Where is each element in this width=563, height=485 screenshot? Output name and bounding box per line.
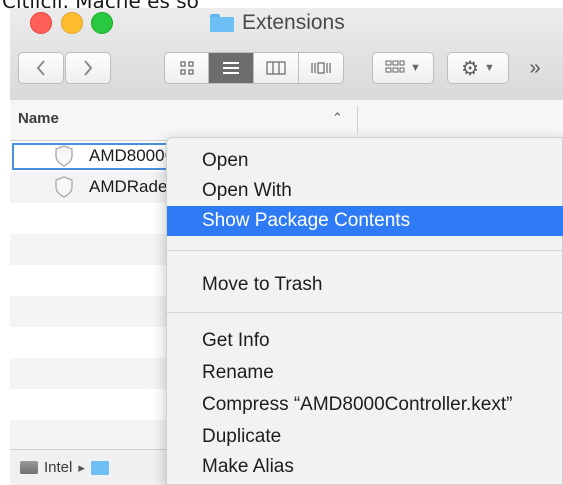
list-header: Name ⌃	[10, 100, 563, 141]
icon-view-icon	[179, 61, 194, 75]
kext-icon	[55, 176, 73, 198]
view-switcher	[164, 52, 344, 84]
arrange-button[interactable]: ▼	[372, 52, 434, 84]
chevron-right-icon: ▸	[78, 459, 85, 475]
double-chevron-icon: »	[529, 56, 541, 79]
menu-item-rename[interactable]: Rename	[167, 358, 563, 388]
chevron-down-icon: ▼	[484, 62, 495, 74]
gallery-view-button[interactable]	[299, 52, 344, 84]
column-divider[interactable]	[357, 106, 358, 134]
forward-button[interactable]	[65, 52, 111, 84]
arrange-icon	[385, 60, 405, 73]
kext-icon	[55, 145, 73, 167]
folder-icon[interactable]	[90, 460, 109, 475]
list-view-icon	[223, 62, 239, 74]
chevron-right-icon	[84, 60, 93, 76]
toolbar: Extensions ▼ ⚙ ▼ »	[10, 8, 563, 101]
back-button[interactable]	[18, 52, 64, 84]
cover-flow-icon	[311, 62, 331, 74]
folder-icon	[210, 14, 234, 32]
window-title-label: Extensions	[242, 11, 345, 34]
context-menu: Open Open With Show Package Contents Mov…	[166, 137, 563, 485]
menu-item-move-to-trash[interactable]: Move to Trash	[167, 270, 563, 300]
chevron-down-icon: ▼	[410, 62, 421, 74]
menu-separator	[167, 312, 563, 313]
column-view-button[interactable]	[254, 52, 299, 84]
hard-disk-icon	[20, 461, 38, 474]
sort-ascending-icon: ⌃	[332, 110, 343, 125]
zoom-button[interactable]	[91, 12, 113, 34]
name-column-header[interactable]: Name	[18, 110, 59, 127]
menu-item-get-info[interactable]: Get Info	[167, 326, 563, 356]
menu-item-compress[interactable]: Compress “AMD8000Controller.kext”	[167, 390, 563, 420]
menu-item-show-package-contents[interactable]: Show Package Contents	[167, 206, 563, 236]
toolbar-overflow-button[interactable]: »	[520, 54, 550, 82]
menu-separator	[167, 250, 563, 251]
menu-item-make-alias[interactable]: Make Alias	[167, 452, 563, 482]
window-title: Extensions	[210, 10, 345, 36]
menu-item-open-with[interactable]: Open With	[167, 176, 563, 206]
chevron-left-icon	[36, 60, 45, 76]
list-view-button[interactable]	[209, 52, 254, 84]
minimize-button[interactable]	[61, 12, 83, 34]
action-button[interactable]: ⚙ ▼	[447, 52, 509, 84]
gear-icon: ⚙	[461, 57, 480, 80]
path-disk-label[interactable]: Intel	[44, 459, 72, 476]
column-view-icon	[266, 61, 286, 75]
icon-view-button[interactable]	[164, 52, 209, 84]
menu-item-duplicate[interactable]: Duplicate	[167, 422, 563, 452]
menu-item-open[interactable]: Open	[167, 146, 563, 176]
close-button[interactable]	[30, 12, 52, 34]
